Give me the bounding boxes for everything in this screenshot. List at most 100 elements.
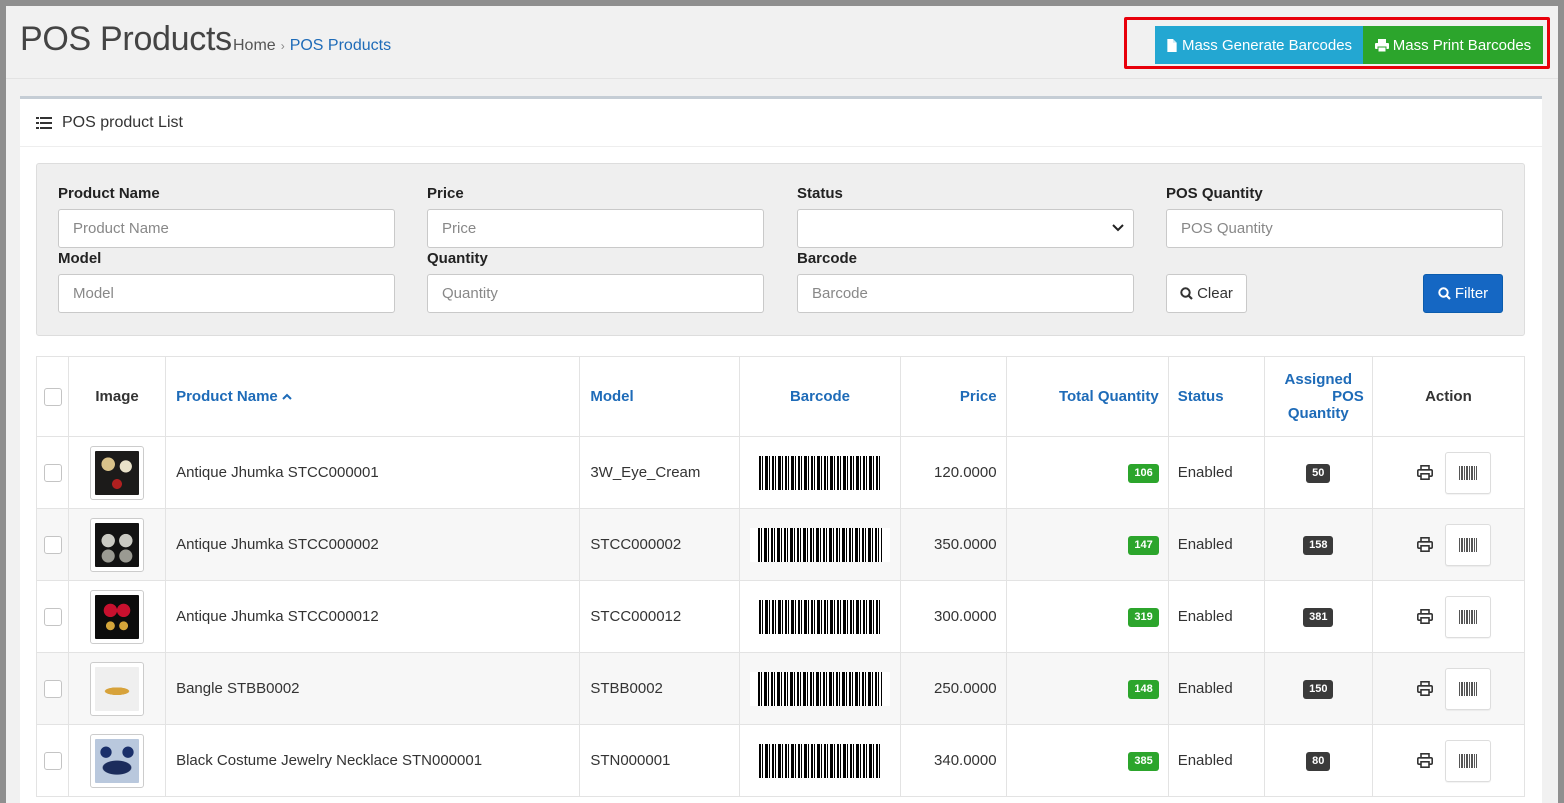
product-name[interactable]: Antique Jhumka STCC000001 bbox=[165, 436, 581, 509]
row-checkbox[interactable] bbox=[43, 607, 62, 626]
barcode-input[interactable] bbox=[797, 274, 1134, 313]
product-thumbnail[interactable] bbox=[90, 445, 145, 500]
pos-quantity-badge: 150 bbox=[1303, 679, 1334, 699]
product-name[interactable]: Bangle STBB0002 bbox=[165, 652, 581, 725]
col-assigned-pos-quantity[interactable]: Assigned POS Quantity bbox=[1263, 356, 1373, 437]
table-row: Black Costume Jewelry Necklace STN000001… bbox=[35, 724, 1526, 797]
pos-quantity-badge: 50 bbox=[1306, 463, 1331, 483]
print-icon[interactable] bbox=[1405, 537, 1445, 552]
row-checkbox[interactable] bbox=[43, 679, 62, 698]
total-quantity-badge: 148 bbox=[1128, 679, 1159, 699]
app-frame: POS Products Home › POS Products Mass Gene… bbox=[6, 6, 1558, 803]
clear-button[interactable]: Clear bbox=[1166, 274, 1247, 313]
product-status: Enabled bbox=[1167, 724, 1265, 797]
print-icon[interactable] bbox=[1405, 465, 1445, 480]
product-thumbnail[interactable] bbox=[90, 517, 145, 572]
col-price[interactable]: Price bbox=[899, 356, 1007, 437]
col-total-quantity[interactable]: Total Quantity bbox=[1005, 356, 1169, 437]
status-select[interactable] bbox=[797, 209, 1134, 248]
select-all-cell bbox=[35, 356, 70, 437]
product-thumbnail[interactable] bbox=[90, 733, 145, 788]
list-icon bbox=[36, 116, 52, 129]
model-label: Model bbox=[58, 250, 102, 267]
product-status: Enabled bbox=[1167, 580, 1265, 653]
breadcrumb-pos-products[interactable]: POS Products bbox=[290, 37, 391, 54]
row-actions bbox=[1405, 523, 1492, 566]
product-name[interactable]: Antique Jhumka STCC000002 bbox=[165, 508, 581, 581]
status-label: Status bbox=[797, 185, 843, 202]
generate-barcode-button[interactable] bbox=[1445, 739, 1492, 782]
mass-actions-highlight: Mass Generate Barcodes Mass Print Barcod… bbox=[1124, 17, 1550, 69]
product-list-panel: POS product List Product Name Price Stat… bbox=[20, 96, 1542, 803]
row-checkbox[interactable] bbox=[43, 463, 62, 482]
price-label: Price bbox=[427, 185, 464, 202]
product-model: STCC000012 bbox=[579, 580, 741, 653]
breadcrumb-separator: › bbox=[280, 39, 285, 53]
product-model: 3W_Eye_Cream bbox=[579, 436, 741, 509]
search-icon bbox=[1438, 287, 1451, 300]
col-model[interactable]: Model bbox=[579, 356, 741, 437]
pos-quantity-badge: 158 bbox=[1303, 535, 1334, 555]
print-icon[interactable] bbox=[1405, 681, 1445, 696]
row-actions bbox=[1405, 667, 1492, 710]
product-name-label: Product Name bbox=[58, 185, 160, 202]
total-quantity-badge: 319 bbox=[1128, 607, 1159, 627]
print-icon[interactable] bbox=[1405, 609, 1445, 624]
quantity-input[interactable] bbox=[427, 274, 764, 313]
model-input[interactable] bbox=[58, 274, 395, 313]
row-checkbox[interactable] bbox=[43, 535, 62, 554]
generate-barcode-button[interactable] bbox=[1445, 595, 1492, 638]
select-all-checkbox[interactable] bbox=[43, 387, 62, 406]
table-row: Bangle STBB0002 STBB0002 250.0000 148 En… bbox=[35, 652, 1526, 725]
barcode-icon bbox=[1459, 609, 1478, 624]
pos-quantity-input[interactable] bbox=[1166, 209, 1503, 248]
product-thumbnail[interactable] bbox=[90, 661, 145, 716]
product-status: Enabled bbox=[1167, 652, 1265, 725]
mass-generate-barcodes-button[interactable]: Mass Generate Barcodes bbox=[1155, 26, 1363, 64]
generate-barcode-button[interactable] bbox=[1445, 667, 1492, 710]
price-input[interactable] bbox=[427, 209, 764, 248]
mass-print-barcodes-button[interactable]: Mass Print Barcodes bbox=[1363, 26, 1543, 64]
print-icon bbox=[1374, 38, 1389, 52]
filter-button[interactable]: Filter bbox=[1423, 274, 1503, 313]
col-product-name[interactable]: Product Name bbox=[165, 356, 581, 437]
total-quantity-badge: 106 bbox=[1128, 463, 1159, 483]
pos-quantity-label: POS Quantity bbox=[1166, 185, 1263, 202]
col-image: Image bbox=[68, 356, 167, 437]
product-status: Enabled bbox=[1167, 436, 1265, 509]
breadcrumb-home[interactable]: Home bbox=[233, 37, 276, 54]
col-assigned-line3: Quantity bbox=[1287, 405, 1349, 422]
barcode-image bbox=[749, 527, 890, 562]
product-price: 300.0000 bbox=[899, 580, 1007, 653]
barcode-label: Barcode bbox=[797, 250, 858, 267]
product-price: 120.0000 bbox=[899, 436, 1007, 509]
panel-heading: POS product List bbox=[20, 99, 1542, 147]
generate-barcode-button[interactable] bbox=[1445, 523, 1492, 566]
product-thumbnail[interactable] bbox=[90, 589, 145, 644]
product-model: STBB0002 bbox=[579, 652, 741, 725]
product-price: 250.0000 bbox=[899, 652, 1007, 725]
total-quantity-badge: 385 bbox=[1128, 751, 1159, 771]
row-actions bbox=[1405, 595, 1492, 638]
page-header: POS Products Home › POS Products Mass Gene… bbox=[6, 6, 1558, 79]
product-name[interactable]: Antique Jhumka STCC000012 bbox=[165, 580, 581, 653]
barcode-image bbox=[758, 455, 881, 490]
barcode-icon bbox=[1459, 465, 1478, 480]
row-actions bbox=[1405, 451, 1492, 494]
clear-label: Clear bbox=[1197, 285, 1233, 302]
col-assigned-line1: Assigned bbox=[1284, 371, 1353, 388]
table-header-row: Image Product Name Model Barcode Price T… bbox=[35, 356, 1526, 437]
product-name-input[interactable] bbox=[58, 209, 395, 248]
product-name[interactable]: Black Costume Jewelry Necklace STN000001 bbox=[165, 724, 581, 797]
col-barcode[interactable]: Barcode bbox=[739, 356, 901, 437]
chevron-down-icon bbox=[1112, 224, 1124, 232]
col-assigned-line2: POS bbox=[1332, 388, 1364, 405]
file-icon bbox=[1167, 38, 1177, 52]
print-icon[interactable] bbox=[1405, 753, 1445, 768]
row-actions bbox=[1405, 739, 1492, 782]
generate-barcode-button[interactable] bbox=[1445, 451, 1492, 494]
search-icon bbox=[1180, 287, 1193, 300]
barcode-icon bbox=[1459, 681, 1478, 696]
row-checkbox[interactable] bbox=[43, 751, 62, 770]
col-status[interactable]: Status bbox=[1167, 356, 1265, 437]
